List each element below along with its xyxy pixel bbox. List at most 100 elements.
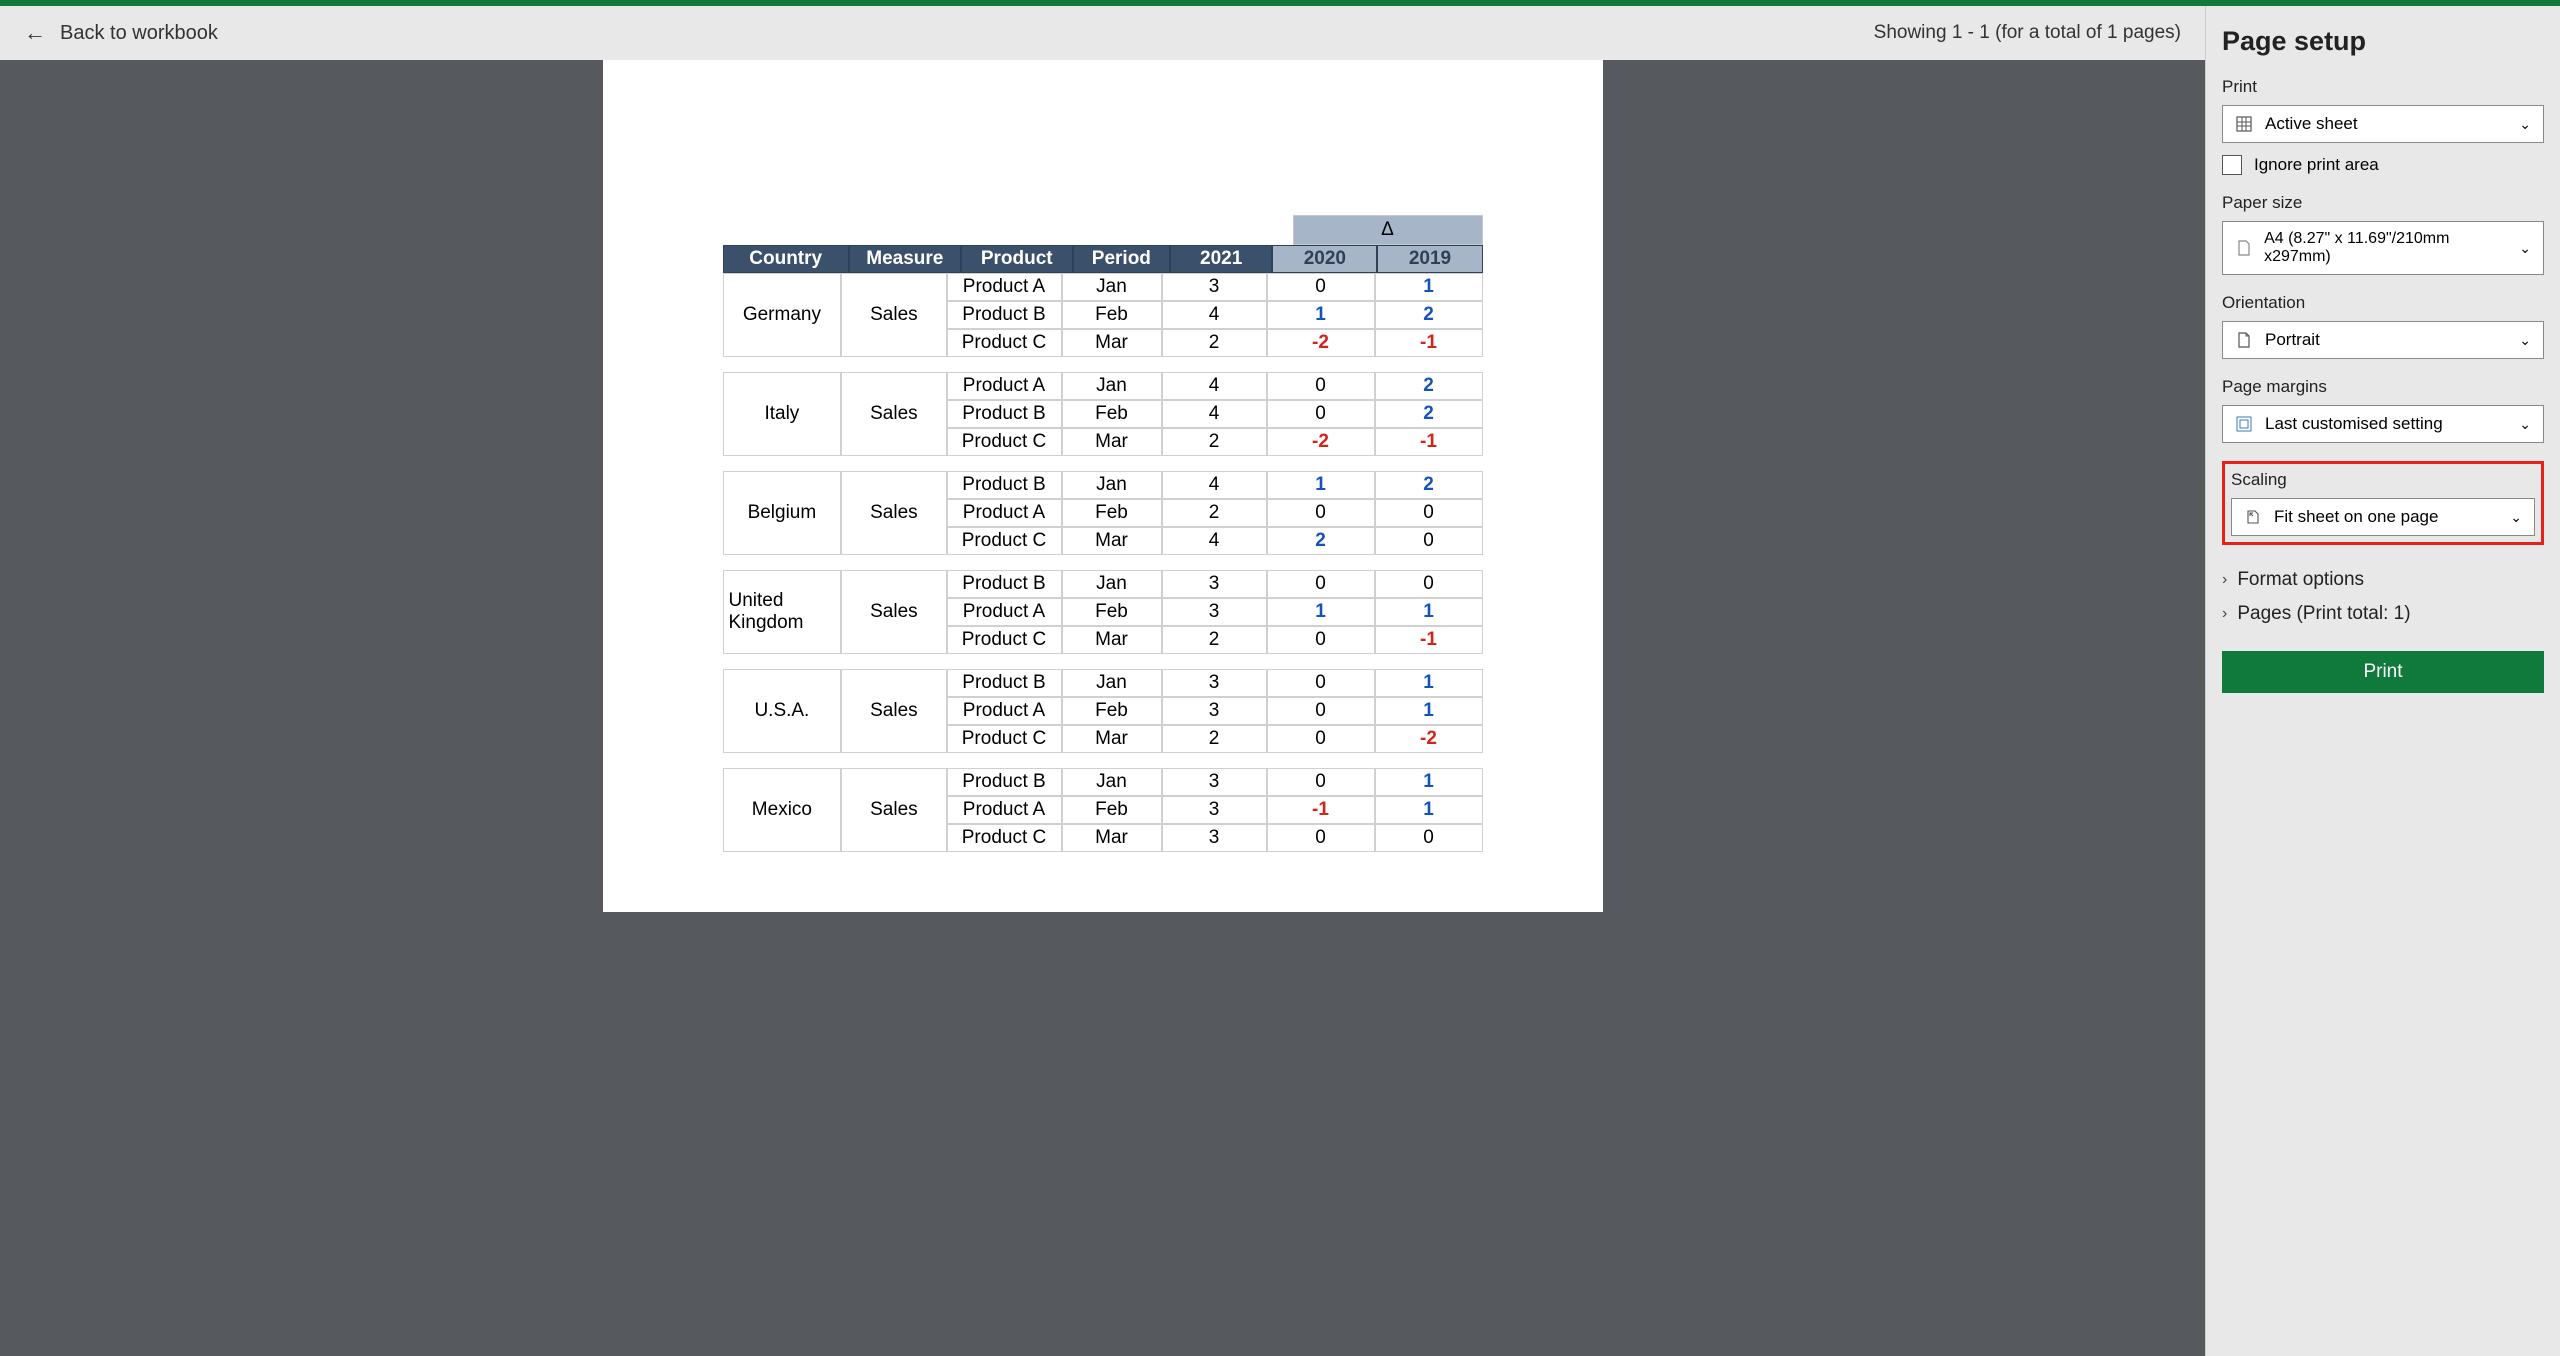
period-cell: Jan <box>1062 669 1162 697</box>
panel-title: Page setup <box>2222 26 2544 57</box>
y2020-cell: 0 <box>1267 669 1375 697</box>
y2019-cell: 2 <box>1375 471 1483 499</box>
period-cell: Feb <box>1062 697 1162 725</box>
table-group: U.S.A.SalesProduct BJan301Product AFeb30… <box>723 669 1483 753</box>
y2020-cell: 0 <box>1267 372 1375 400</box>
chevron-down-icon: ⌄ <box>2510 509 2522 526</box>
pages-label: Pages (Print total: 1) <box>2237 603 2410 625</box>
period-cell: Mar <box>1062 527 1162 555</box>
orientation-label: Orientation <box>2222 293 2544 313</box>
format-options-expander[interactable]: › Format options <box>2222 563 2544 597</box>
scaling-highlight-annotation: Scaling Fit sheet on one page ⌄ <box>2222 461 2544 545</box>
table-row: Product BJan300 <box>947 570 1483 598</box>
scaling-select[interactable]: Fit sheet on one page ⌄ <box>2231 498 2535 536</box>
product-cell: Product A <box>947 697 1062 725</box>
y2021-cell: 3 <box>1162 570 1267 598</box>
product-cell: Product B <box>947 471 1062 499</box>
ignore-print-area-checkbox[interactable]: Ignore print area <box>2222 155 2544 175</box>
table-group: ItalySalesProduct AJan402Product BFeb402… <box>723 372 1483 456</box>
table-group: United KingdomSalesProduct BJan300Produc… <box>723 570 1483 654</box>
column-header: Period <box>1073 245 1170 273</box>
chevron-down-icon: ⌄ <box>2519 332 2531 349</box>
table-row: Product BFeb402 <box>947 400 1483 428</box>
table-row: Product AFeb311 <box>947 598 1483 626</box>
period-cell: Jan <box>1062 471 1162 499</box>
table-group: BelgiumSalesProduct BJan412Product AFeb2… <box>723 471 1483 555</box>
portrait-page-icon <box>2235 331 2253 349</box>
measure-cell: Sales <box>841 372 946 456</box>
y2020-cell: -1 <box>1267 796 1375 824</box>
y2019-cell: 0 <box>1375 499 1483 527</box>
product-cell: Product C <box>947 725 1062 753</box>
print-button[interactable]: Print <box>2222 651 2544 693</box>
orientation-value: Portrait <box>2265 330 2320 350</box>
product-cell: Product A <box>947 796 1062 824</box>
period-cell: Feb <box>1062 301 1162 329</box>
sheet-grid-icon <box>2235 115 2253 133</box>
y2019-cell: -1 <box>1375 329 1483 357</box>
table-row: Product AFeb200 <box>947 499 1483 527</box>
y2019-cell: -1 <box>1375 428 1483 456</box>
y2020-cell: 0 <box>1267 768 1375 796</box>
table-group: MexicoSalesProduct BJan301Product AFeb3-… <box>723 768 1483 852</box>
orientation-select[interactable]: Portrait ⌄ <box>2222 321 2544 359</box>
period-cell: Feb <box>1062 796 1162 824</box>
product-cell: Product C <box>947 626 1062 654</box>
period-cell: Feb <box>1062 400 1162 428</box>
preview-viewport[interactable]: ΔCountryMeasureProductPeriod202120202019… <box>0 60 2205 1356</box>
country-cell: Germany <box>723 273 842 357</box>
table-row: Product BFeb412 <box>947 301 1483 329</box>
table-row: Product BJan301 <box>947 669 1483 697</box>
column-header: Measure <box>849 245 961 273</box>
print-what-select[interactable]: Active sheet ⌄ <box>2222 105 2544 143</box>
y2021-cell: 3 <box>1162 273 1267 301</box>
paper-size-select[interactable]: A4 (8.27" x 11.69"/210mm x297mm) ⌄ <box>2222 221 2544 275</box>
y2020-cell: 0 <box>1267 499 1375 527</box>
margins-label: Page margins <box>2222 377 2544 397</box>
fit-page-icon <box>2244 508 2262 526</box>
table-row: Product AJan402 <box>947 372 1483 400</box>
product-cell: Product C <box>947 824 1062 852</box>
page-count-text: Showing 1 - 1 (for a total of 1 pages) <box>1874 22 2181 44</box>
y2019-cell: 1 <box>1375 796 1483 824</box>
y2019-cell: 1 <box>1375 697 1483 725</box>
paper-size-label: Paper size <box>2222 193 2544 213</box>
period-cell: Mar <box>1062 626 1162 654</box>
y2021-cell: 3 <box>1162 796 1267 824</box>
measure-cell: Sales <box>841 768 946 852</box>
product-cell: Product B <box>947 570 1062 598</box>
period-cell: Mar <box>1062 725 1162 753</box>
y2019-cell: 0 <box>1375 824 1483 852</box>
product-cell: Product A <box>947 499 1062 527</box>
y2019-cell: 2 <box>1375 372 1483 400</box>
table-row: Product AFeb301 <box>947 697 1483 725</box>
y2021-cell: 3 <box>1162 598 1267 626</box>
table-row: Product CMar20-2 <box>947 725 1483 753</box>
period-cell: Jan <box>1062 768 1162 796</box>
product-cell: Product A <box>947 372 1062 400</box>
period-cell: Jan <box>1062 570 1162 598</box>
y2021-cell: 3 <box>1162 669 1267 697</box>
column-header: Product <box>961 245 1073 273</box>
back-label: Back to workbook <box>60 22 218 45</box>
country-cell: U.S.A. <box>723 669 842 753</box>
ignore-print-area-label: Ignore print area <box>2254 155 2379 175</box>
y2020-cell: 2 <box>1267 527 1375 555</box>
preview-header-bar: ← Back to workbook Showing 1 - 1 (for a … <box>0 6 2205 60</box>
y2020-cell: 0 <box>1267 400 1375 428</box>
chevron-down-icon: ⌄ <box>2519 116 2531 133</box>
table-row: Product AJan301 <box>947 273 1483 301</box>
product-cell: Product C <box>947 527 1062 555</box>
column-header: 2020 <box>1272 245 1377 273</box>
y2019-cell: -1 <box>1375 626 1483 654</box>
country-cell: United Kingdom <box>723 570 842 654</box>
pages-expander[interactable]: › Pages (Print total: 1) <box>2222 597 2544 631</box>
margins-select[interactable]: Last customised setting ⌄ <box>2222 405 2544 443</box>
back-to-workbook-button[interactable]: ← Back to workbook <box>24 20 218 46</box>
period-cell: Jan <box>1062 273 1162 301</box>
measure-cell: Sales <box>841 570 946 654</box>
chevron-down-icon: ⌄ <box>2519 240 2531 257</box>
y2021-cell: 4 <box>1162 527 1267 555</box>
y2019-cell: 0 <box>1375 527 1483 555</box>
y2020-cell: 0 <box>1267 697 1375 725</box>
